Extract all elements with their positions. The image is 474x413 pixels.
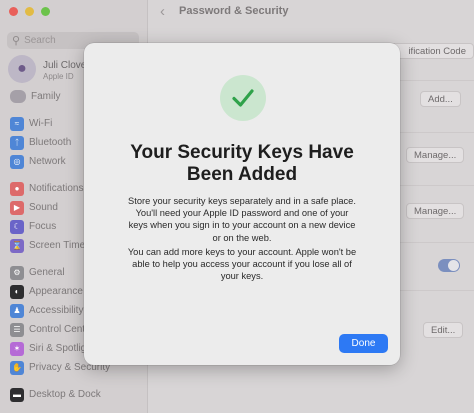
accessibility-icon: ♟	[10, 303, 24, 318]
sidebar-item-label: Appearance	[29, 286, 83, 297]
user-name: Juli Clover	[43, 60, 90, 71]
sidebar-item-label: Screen Time	[29, 240, 86, 251]
sidebar-item-siri-spotlight[interactable]: ✶ Siri & Spotlight	[10, 341, 95, 356]
speaker-icon: ▶	[10, 200, 24, 215]
control-centre-icon: ☰	[10, 322, 24, 337]
sidebar-item-label: Focus	[29, 221, 57, 232]
page-title: Password & Security	[179, 5, 289, 17]
dock-icon: ▬	[10, 387, 24, 402]
zoom-window-button[interactable]	[41, 7, 50, 16]
search-placeholder: Search	[24, 35, 56, 46]
sidebar-item-network[interactable]: ◎ Network	[10, 154, 66, 169]
sidebar-item-accessibility[interactable]: ♟ Accessibility	[10, 303, 83, 318]
sidebar-item-screen-time[interactable]: ⌛ Screen Time	[10, 238, 85, 253]
sidebar-item-appearance[interactable]: ◐ Appearance	[10, 284, 83, 299]
dialog-message: Store your security keys separately and …	[128, 196, 356, 243]
sidebar-item-label: Network	[29, 156, 66, 167]
done-button[interactable]: Done	[339, 334, 388, 353]
sidebar-item-sound[interactable]: ▶ Sound	[10, 200, 58, 215]
sidebar-item-label: Sound	[29, 202, 58, 213]
sidebar-item-label: Wi-Fi	[29, 118, 53, 129]
sidebar-item-desktop-dock[interactable]: ▬ Desktop & Dock	[10, 387, 101, 402]
sidebar-item-notifications[interactable]: ● Notifications	[10, 181, 83, 196]
wifi-icon: ≈	[10, 116, 24, 131]
hourglass-icon: ⌛	[10, 238, 24, 253]
security-keys-added-dialog: Your Security Keys Have Been Added Store…	[84, 43, 400, 365]
dialog-note: You can add more keys to your account. A…	[127, 247, 357, 282]
sidebar-item-control-centre[interactable]: ☰ Control Centre	[10, 322, 94, 337]
sidebar-item-bluetooth[interactable]: ᛏ Bluetooth	[10, 135, 71, 150]
user-subtitle: Apple ID	[43, 72, 74, 81]
sidebar-item-family[interactable]: Family	[10, 89, 60, 103]
add-security-keys-button[interactable]: Add...	[420, 91, 461, 107]
sidebar-item-label: Desktop & Dock	[29, 389, 101, 400]
sidebar-item-label: Bluetooth	[29, 137, 72, 148]
manage-button[interactable]: Manage...	[406, 203, 465, 219]
bluetooth-icon: ᛏ	[10, 135, 24, 150]
back-chevron-icon[interactable]: ‹	[160, 3, 165, 20]
siri-icon: ✶	[10, 341, 24, 356]
toggle-knob	[448, 260, 459, 271]
family-avatars-icon	[10, 89, 26, 103]
close-window-button[interactable]	[9, 7, 18, 16]
sidebar-item-label: Family	[31, 90, 61, 102]
edit-button[interactable]: Edit...	[423, 322, 464, 338]
minimize-window-button[interactable]	[25, 7, 34, 16]
gear-icon: ⚙	[10, 265, 24, 280]
sidebar-item-focus[interactable]: ☾ Focus	[10, 219, 56, 234]
dialog-title: Your Security Keys Have Been Added	[130, 142, 354, 185]
checkmark-icon	[232, 89, 254, 107]
hand-icon: ✋	[10, 360, 24, 375]
get-verification-code-button[interactable]: ification Code	[388, 43, 474, 59]
search-icon: ⚲	[12, 35, 21, 47]
avatar: ●	[8, 55, 36, 83]
automatic-verification-toggle[interactable]	[438, 259, 460, 272]
success-badge	[220, 75, 266, 121]
sidebar-item-wifi[interactable]: ≈ Wi-Fi	[10, 116, 52, 131]
sidebar-item-label: Notifications	[29, 183, 84, 194]
globe-icon: ◎	[10, 154, 24, 169]
moon-icon: ☾	[10, 219, 24, 234]
appearance-icon: ◐	[10, 284, 24, 299]
bell-icon: ●	[10, 181, 24, 196]
sidebar-item-general[interactable]: ⚙ General	[10, 265, 65, 280]
sidebar-item-label: General	[29, 267, 65, 278]
manage-button[interactable]: Manage...	[406, 147, 465, 163]
sidebar-item-label: Accessibility	[29, 305, 84, 316]
